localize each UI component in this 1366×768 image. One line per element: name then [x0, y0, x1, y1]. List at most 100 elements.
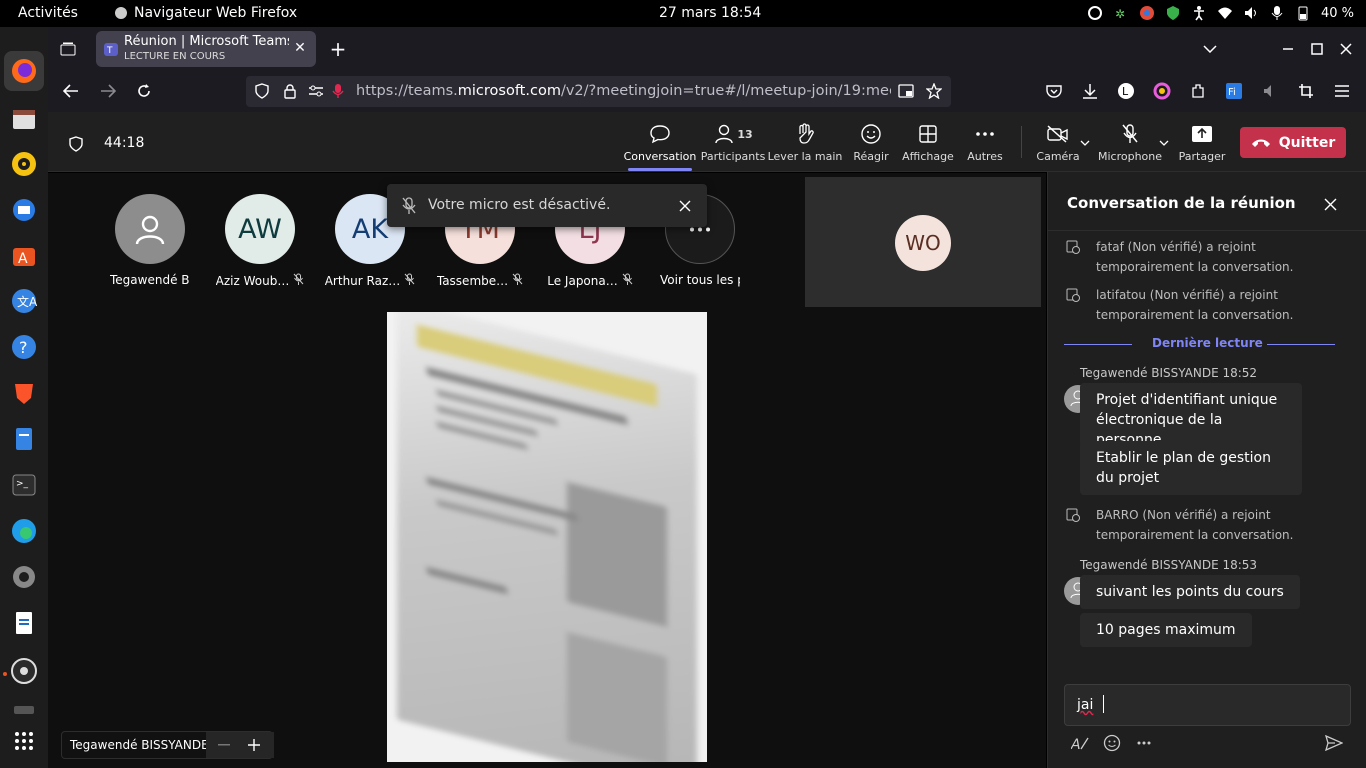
- zoom-in-icon[interactable]: [246, 737, 262, 753]
- zoom-controls: [206, 732, 274, 758]
- compose-box[interactable]: jai: [1064, 684, 1351, 726]
- lock-icon[interactable]: [281, 82, 299, 100]
- presenter-bar: Tegawendé BISSYANDE: [61, 731, 274, 759]
- removable-drive-dock-icon[interactable]: [10, 703, 38, 717]
- bookmark-star-icon[interactable]: [925, 82, 943, 100]
- shield-indicator-icon[interactable]: [1165, 5, 1181, 21]
- participant-tile[interactable]: Tegawendé BI…: [100, 194, 200, 287]
- microphone-off-icon: [402, 197, 416, 214]
- list-all-tabs-icon[interactable]: [1200, 39, 1220, 59]
- participant-avatar: [115, 194, 185, 264]
- hang-up-icon: [1251, 139, 1270, 147]
- downloads-icon[interactable]: [1080, 81, 1100, 101]
- zoom-out-icon[interactable]: [216, 737, 232, 753]
- microphone-indicator-icon[interactable]: [1269, 5, 1285, 21]
- app-menu-icon[interactable]: [1332, 81, 1352, 101]
- extensions-icon[interactable]: [1188, 81, 1208, 101]
- chat-message[interactable]: 10 pages maximum: [1080, 613, 1252, 647]
- format-text-icon[interactable]: A: [1070, 733, 1090, 753]
- mic-muted-toast: Votre micro est désactivé.: [387, 184, 707, 227]
- participants-count: 13: [737, 127, 753, 141]
- dismiss-toast-icon[interactable]: [675, 196, 695, 216]
- leave-button[interactable]: Quitter: [1240, 127, 1346, 158]
- battery-icon[interactable]: [1295, 5, 1311, 21]
- more-actions-button[interactable]: Autres: [945, 122, 1025, 163]
- help-dock-icon[interactable]: ?: [10, 333, 38, 361]
- muted-mic-icon: [293, 273, 304, 288]
- participant-name: Tassembe…: [430, 273, 530, 288]
- volume-icon[interactable]: [1243, 5, 1259, 21]
- document-viewer-dock-icon[interactable]: [10, 425, 38, 453]
- edge-dock-icon[interactable]: [10, 517, 38, 545]
- accessibility-icon[interactable]: [1191, 5, 1207, 21]
- minimize-icon[interactable]: [1278, 39, 1298, 59]
- url-bar[interactable]: https://teams.microsoft.com/v2/?meetingj…: [246, 76, 951, 107]
- screenshot-icon[interactable]: [1296, 81, 1316, 101]
- battery-level: 40 %: [1320, 5, 1354, 21]
- new-tab-icon[interactable]: +: [328, 37, 348, 61]
- tab-subtitle: LECTURE EN COURS: [124, 51, 226, 62]
- app-menu[interactable]: Navigateur Web Firefox: [114, 5, 297, 21]
- pocket-icon[interactable]: [1044, 81, 1064, 101]
- chat-message[interactable]: suivant les points du cours: [1080, 575, 1300, 609]
- terminal-dock-icon[interactable]: >_: [10, 471, 38, 499]
- conversation-button[interactable]: Conversation: [620, 122, 700, 171]
- app-indicator-icon[interactable]: [1087, 5, 1103, 21]
- featured-video-tile[interactable]: WO: [805, 177, 1041, 307]
- close-tab-icon[interactable]: ✕: [292, 40, 308, 56]
- permissions-icon[interactable]: [307, 82, 325, 100]
- thunderbird-dock-icon[interactable]: [10, 195, 38, 223]
- compose-input-text[interactable]: jai: [1077, 697, 1093, 713]
- show-apps-icon[interactable]: [10, 727, 38, 755]
- app-name: Navigateur Web Firefox: [134, 5, 298, 21]
- muted-mic-icon: [404, 273, 415, 288]
- url-text[interactable]: https://teams.microsoft.com/v2/?meetingj…: [356, 83, 891, 99]
- translate-dock-icon[interactable]: 文A: [10, 287, 38, 315]
- clock[interactable]: 27 mars 18:54: [659, 5, 761, 21]
- more-horizontal-icon: [976, 132, 994, 136]
- emoji-icon[interactable]: [1102, 733, 1122, 753]
- wifi-icon[interactable]: [1217, 5, 1233, 21]
- participants-button[interactable]: 13 Participants: [693, 122, 773, 163]
- participant-tile[interactable]: AW Aziz Woub…: [210, 194, 310, 288]
- svg-text:✲: ✲: [1115, 7, 1125, 21]
- microphone-in-use-icon[interactable]: [329, 82, 347, 100]
- maximize-icon[interactable]: [1307, 39, 1327, 59]
- share-button[interactable]: Partager: [1162, 122, 1242, 163]
- picture-in-picture-icon[interactable]: [897, 82, 915, 100]
- software-center-dock-icon[interactable]: A: [10, 241, 38, 269]
- meeting-info-shield-icon[interactable]: [66, 134, 86, 154]
- firefox-dock-icon[interactable]: [10, 57, 38, 85]
- participant-name: Arthur Raz…: [320, 273, 420, 288]
- activities-button[interactable]: Activités: [18, 5, 78, 21]
- rhythmbox-dock-icon[interactable]: [10, 150, 38, 178]
- chat-message[interactable]: Etablir le plan de gestion du projet: [1080, 441, 1302, 495]
- reload-icon[interactable]: [134, 81, 154, 101]
- ubuntu-dock: A 文A ? >_: [0, 27, 48, 768]
- forward-icon[interactable]: [98, 81, 118, 101]
- brave-dock-icon[interactable]: [10, 379, 38, 407]
- files-dock-icon[interactable]: [10, 105, 38, 133]
- tab-teams[interactable]: T Réunion | Microsoft Teams LECTURE EN C…: [96, 31, 316, 67]
- running-indicator: [3, 672, 7, 676]
- settings-dock-icon[interactable]: [10, 563, 38, 591]
- grid-view-icon: [919, 125, 937, 143]
- network-indicator-icon[interactable]: ✲: [1113, 5, 1129, 21]
- text-cursor: [1103, 695, 1104, 713]
- color-extension-icon[interactable]: [1152, 81, 1172, 101]
- font-extension-icon[interactable]: Fi: [1224, 81, 1244, 101]
- chrome-indicator-icon[interactable]: [1139, 5, 1155, 21]
- audio-extension-icon[interactable]: [1260, 81, 1280, 101]
- obs-dock-icon[interactable]: [10, 657, 38, 685]
- more-options-icon[interactable]: [1134, 733, 1154, 753]
- system-tray[interactable]: ✲ 40 %: [1087, 3, 1354, 23]
- tracking-protection-icon[interactable]: [253, 82, 271, 100]
- send-icon[interactable]: [1324, 733, 1344, 753]
- back-icon[interactable]: [61, 81, 81, 101]
- tab-title: Réunion | Microsoft Teams: [124, 34, 289, 49]
- tab-overview-icon[interactable]: [58, 39, 78, 59]
- account-extension-icon[interactable]: L: [1116, 81, 1136, 101]
- close-chat-icon[interactable]: [1320, 194, 1340, 214]
- libreoffice-writer-dock-icon[interactable]: [10, 609, 38, 637]
- close-window-icon[interactable]: [1336, 39, 1356, 59]
